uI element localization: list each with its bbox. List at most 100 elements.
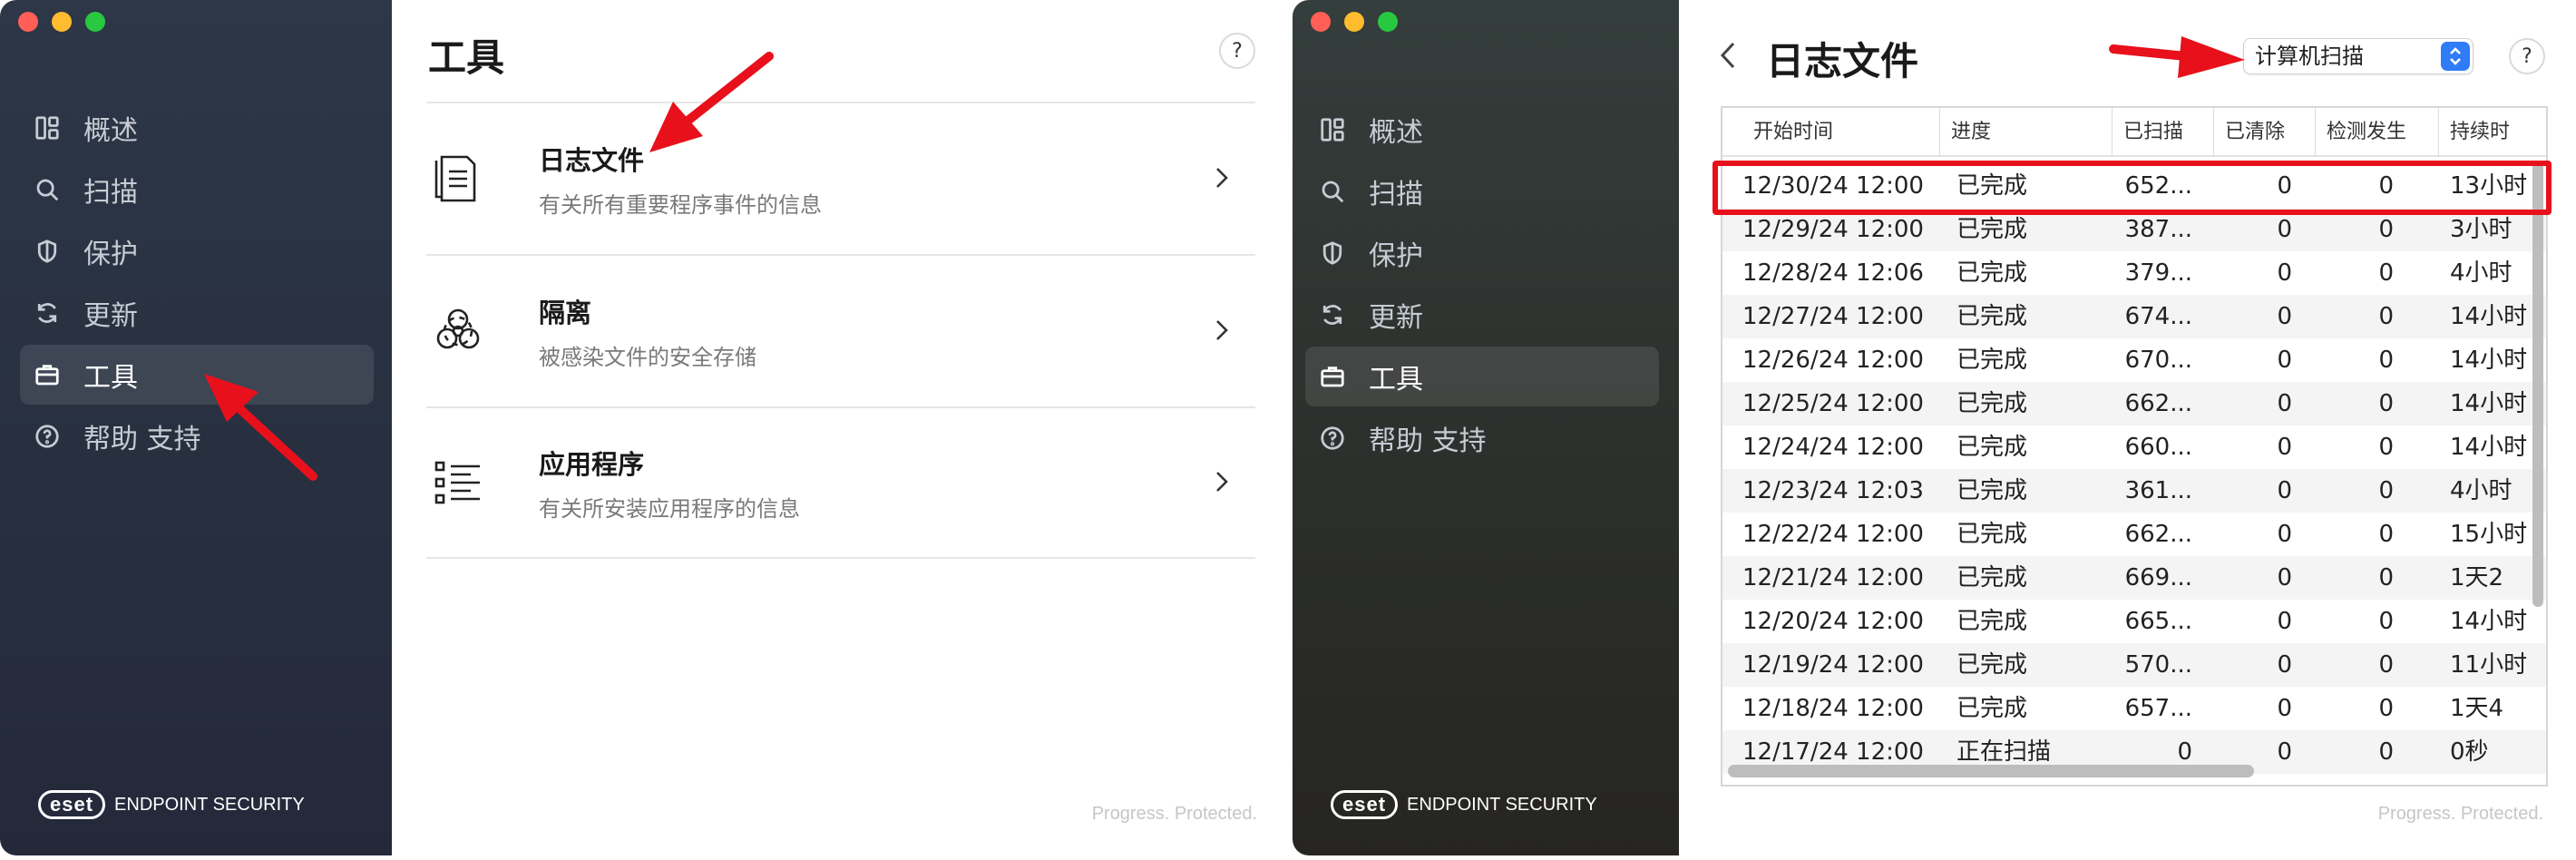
cell-scanned: 361...: [2124, 477, 2192, 504]
cell-start-time: 12/28/24 12:06: [1742, 259, 1924, 287]
cell-cleaned: 0: [2277, 477, 2292, 504]
cell-scanned: 652...: [2124, 172, 2192, 200]
cell-detections: 0: [2378, 347, 2394, 374]
vertical-scrollbar[interactable]: [2532, 162, 2543, 607]
sidebar-item-overview[interactable]: 概述: [1305, 100, 1659, 160]
footer-slogan: Progress. Protected.: [1091, 804, 1257, 824]
chevron-right-icon: [1208, 317, 1237, 346]
horizontal-scrollbar[interactable]: [1728, 765, 2254, 777]
search-icon: [1318, 177, 1347, 206]
help-button[interactable]: ?: [2509, 38, 2545, 74]
table-row[interactable]: 12/28/24 12:06 已完成 379... 0 0 4小时: [1722, 251, 2546, 295]
cell-scanned: 670...: [2124, 347, 2192, 374]
cell-scanned: 660...: [2124, 434, 2192, 461]
cell-start-time: 12/24/24 12:00: [1742, 434, 1924, 461]
brand-text: ENDPOINT SECURITY: [114, 794, 305, 815]
table-row[interactable]: 12/29/24 12:00 已完成 387... 0 0 3小时: [1722, 208, 2546, 251]
table-row[interactable]: 12/22/24 12:00 已完成 662... 0 0 15小时: [1722, 513, 2546, 556]
cell-cleaned: 0: [2277, 521, 2292, 548]
minimize-button[interactable]: [52, 12, 72, 32]
tool-text: 日志文件 有关所有重要程序事件的信息: [539, 140, 822, 219]
table-row[interactable]: 12/19/24 12:00 已完成 570... 0 0 11小时: [1722, 643, 2546, 687]
tool-title: 应用程序: [539, 448, 645, 480]
chevron-up-down-icon: [2441, 42, 2470, 71]
help-button[interactable]: ?: [1219, 33, 1255, 69]
cell-cleaned: 0: [2277, 172, 2292, 200]
sidebar-item-label: 扫描: [83, 177, 138, 209]
close-button[interactable]: [18, 12, 38, 32]
cell-start-time: 12/18/24 12:00: [1742, 695, 1924, 722]
cell-cleaned: 0: [2277, 564, 2292, 591]
cell-cleaned: 0: [2277, 390, 2292, 417]
minimize-button[interactable]: [1344, 12, 1364, 32]
sidebar-item-label: 工具: [1369, 364, 1423, 396]
sidebar-item-label: 更新: [1369, 302, 1423, 334]
table-row[interactable]: 12/18/24 12:00 已完成 657... 0 0 1天4: [1722, 687, 2546, 730]
refresh-icon: [1318, 300, 1347, 329]
cell-detections: 0: [2378, 738, 2394, 766]
cell-duration: 0秒: [2450, 738, 2489, 766]
cell-scanned: 379...: [2124, 259, 2192, 287]
sidebar: 概述 扫描 保护 更新 工具 帮助 支持 eset ENDPOINT SECUR…: [1293, 0, 1679, 855]
zoom-button[interactable]: [1378, 12, 1398, 32]
tool-item-quarantine[interactable]: 隔离 被感染文件的安全存储: [426, 254, 1255, 406]
sidebar-item-label: 概述: [1369, 117, 1423, 149]
chevron-right-icon: [1208, 164, 1237, 193]
chevron-right-icon: [1208, 468, 1237, 497]
table-row[interactable]: 12/26/24 12:00 已完成 670... 0 0 14小时: [1722, 338, 2546, 382]
sidebar-item-label: 工具: [83, 362, 138, 394]
eset-logo: eset: [38, 790, 106, 819]
column-header-duration[interactable]: 持续时: [2439, 108, 2546, 157]
column-header-cleaned[interactable]: 已清除: [2214, 108, 2316, 157]
table-row[interactable]: 12/30/24 12:00 已完成 652... 0 0 13小时: [1722, 164, 2546, 208]
sidebar-item-help[interactable]: 帮助 支持: [1305, 408, 1659, 468]
cell-duration: 11小时: [2450, 651, 2528, 679]
column-header-start-time[interactable]: 开始时间: [1722, 108, 1940, 157]
sidebar-item-protection[interactable]: 保护: [1305, 223, 1659, 283]
tool-text: 应用程序 有关所安装应用程序的信息: [539, 444, 800, 523]
sidebar-item-scan[interactable]: 扫描: [20, 160, 374, 220]
log-file-icon: [430, 151, 486, 207]
cell-cleaned: 0: [2277, 651, 2292, 679]
cell-duration: 14小时: [2450, 608, 2528, 635]
sidebar-item-help[interactable]: 帮助 支持: [20, 406, 374, 466]
screenshot-canvas: 概述 扫描 保护 更新 工具 帮助 支持 eset ENDPOINT SECUR…: [0, 0, 2576, 860]
back-button[interactable]: [1715, 38, 1742, 74]
page-title: 日志文件: [1766, 39, 1919, 83]
sidebar-item-tools[interactable]: 工具: [1305, 347, 1659, 406]
sidebar-item-update[interactable]: 更新: [20, 283, 374, 343]
sidebar-item-protection[interactable]: 保护: [20, 221, 374, 281]
footer-slogan: Progress. Protected.: [2377, 804, 2543, 824]
sidebar-item-scan[interactable]: 扫描: [1305, 161, 1659, 221]
table-row[interactable]: 12/21/24 12:00 已完成 669... 0 0 1天2: [1722, 556, 2546, 600]
sidebar-item-overview[interactable]: 概述: [20, 98, 374, 158]
search-icon: [33, 175, 62, 204]
table-row[interactable]: 12/25/24 12:00 已完成 662... 0 0 14小时: [1722, 382, 2546, 425]
table-row[interactable]: 12/20/24 12:00 已完成 665... 0 0 14小时: [1722, 600, 2546, 643]
close-button[interactable]: [1311, 12, 1331, 32]
window-controls: [18, 12, 105, 32]
cell-cleaned: 0: [2277, 695, 2292, 722]
sidebar-item-update[interactable]: 更新: [1305, 285, 1659, 345]
table-body: 12/30/24 12:00 已完成 652... 0 0 13小时 12/29/24 12…: [1722, 164, 2546, 774]
column-header-progress[interactable]: 进度: [1940, 108, 2113, 157]
column-header-detections[interactable]: 检测发生: [2316, 108, 2439, 157]
zoom-button[interactable]: [85, 12, 105, 32]
cell-progress: 已完成: [1956, 434, 2028, 461]
eset-logo: eset: [1331, 790, 1399, 819]
sidebar-item-tools[interactable]: 工具: [20, 345, 374, 405]
cell-progress: 已完成: [1956, 695, 2028, 722]
column-header-scanned[interactable]: 已扫描: [2113, 108, 2214, 157]
cell-cleaned: 0: [2277, 608, 2292, 635]
table-row[interactable]: 12/23/24 12:03 已完成 361... 0 0 4小时: [1722, 469, 2546, 513]
table-row[interactable]: 12/27/24 12:00 已完成 674... 0 0 14小时: [1722, 295, 2546, 338]
cell-start-time: 12/30/24 12:00: [1742, 172, 1924, 200]
cell-scanned: 669...: [2124, 564, 2192, 591]
log-type-select[interactable]: 计算机扫描: [2243, 38, 2474, 74]
tool-item-log-files[interactable]: 日志文件 有关所有重要程序事件的信息: [426, 102, 1255, 254]
cell-detections: 0: [2378, 303, 2394, 330]
cell-start-time: 12/26/24 12:00: [1742, 347, 1924, 374]
cell-cleaned: 0: [2277, 434, 2292, 461]
tool-item-applications[interactable]: 应用程序 有关所安装应用程序的信息: [426, 406, 1255, 559]
table-row[interactable]: 12/24/24 12:00 已完成 660... 0 0 14小时: [1722, 425, 2546, 469]
